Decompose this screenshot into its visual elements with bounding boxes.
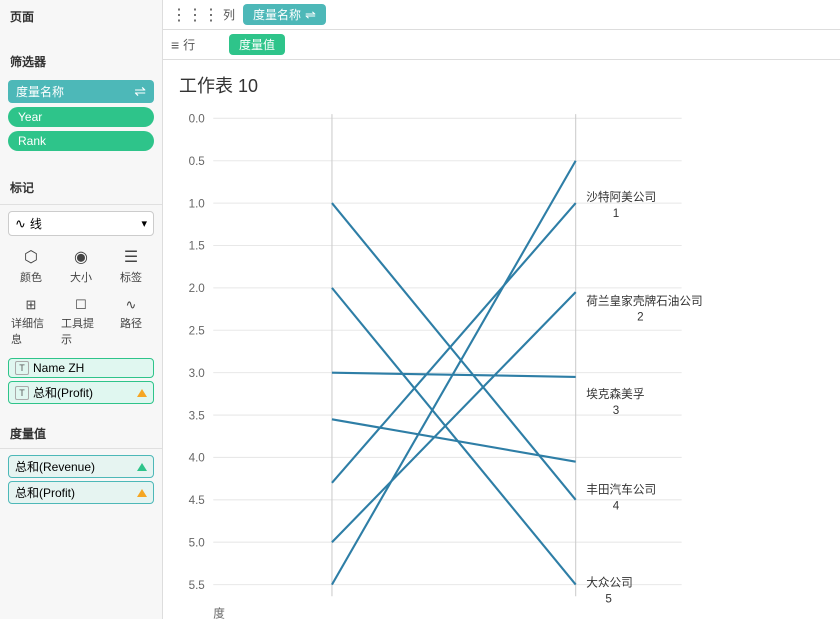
size-mark-button[interactable]: ◉ 大小: [58, 244, 104, 288]
chart-title: 工作表 10: [179, 72, 824, 98]
chart-container[interactable]: 0.0 0.5 1.0 1.5 2.0 2.5 3.0 3.5 4.0 4.5 …: [163, 102, 840, 619]
svg-text:3: 3: [613, 404, 619, 417]
tooltip-icon: ☐: [75, 297, 87, 313]
col-shelf-chip[interactable]: 度量名称 ⇌: [243, 4, 326, 25]
profit-triangle-icon: [137, 389, 147, 397]
measure-revenue-chip[interactable]: 总和(Revenue): [8, 455, 154, 478]
svg-text:5.0: 5.0: [189, 536, 206, 549]
mark-icons-grid: ⬡ 颜色 ◉ 大小 ☰ 标签: [8, 244, 154, 288]
chart-title-area: 工作表 10: [163, 60, 840, 102]
profit2-triangle-icon: [137, 489, 147, 497]
svg-text:0.5: 0.5: [189, 155, 205, 168]
col-shelf-label: ⋮⋮⋮ 列: [171, 5, 235, 25]
svg-text:沙特阿美公司: 沙特阿美公司: [586, 190, 656, 204]
left-panel: 页面 筛选器 度量名称 ⇌ Year Rank 标记 ∿ 线 ▾ ⬡ 颜色: [0, 0, 163, 619]
label-mark-button[interactable]: ☰ 标签: [108, 244, 154, 288]
col-shelf-icon: ⋮⋮⋮: [171, 5, 219, 25]
row-shelf-chip[interactable]: 度量值: [229, 34, 285, 55]
svg-text:3.5: 3.5: [189, 409, 205, 422]
svg-text:2.5: 2.5: [189, 325, 205, 338]
row-shelf: ≡ 行 度量值: [163, 30, 840, 60]
mark-section: ∿ 线 ▾ ⬡ 颜色 ◉ 大小 ☰ 标签 ⊞: [0, 204, 162, 413]
measure-section-label: 度量值: [0, 417, 162, 446]
svg-text:0.0: 0.0: [189, 113, 206, 126]
measure-section: 总和(Revenue) 总和(Profit): [0, 448, 162, 513]
svg-text:2: 2: [637, 311, 643, 324]
right-panel: ⋮⋮⋮ 列 度量名称 ⇌ ≡ 行 度量值 工作表 10: [163, 0, 840, 619]
svg-text:5: 5: [605, 593, 611, 606]
color-icon: ⬡: [24, 247, 38, 267]
line-icon: ∿: [15, 216, 26, 232]
svg-text:大众公司: 大众公司: [586, 576, 633, 590]
chart-svg: 0.0 0.5 1.0 1.5 2.0 2.5 3.0 3.5 4.0 4.5 …: [173, 102, 830, 619]
col-shelf: ⋮⋮⋮ 列 度量名称 ⇌: [163, 0, 840, 30]
filter-chip-rank[interactable]: Rank: [8, 131, 154, 151]
row-shelf-label: ≡ 行: [171, 36, 221, 53]
svg-text:荷兰皇家壳牌石油公司: 荷兰皇家壳牌石油公司: [586, 294, 702, 308]
row-shelf-icon: ≡: [171, 37, 179, 53]
name-zh-indicator: T: [15, 361, 29, 375]
svg-text:4.0: 4.0: [189, 452, 206, 465]
dropdown-arrow-icon: ▾: [141, 217, 147, 230]
detail-grid: ⊞ 详细信息 ☐ 工具提示 ∿ 路径: [8, 294, 154, 350]
detail-icon: ⊞: [26, 297, 37, 313]
detail-button[interactable]: ⊞ 详细信息: [8, 294, 54, 350]
filter-chip-year[interactable]: Year: [8, 107, 154, 127]
svg-text:4: 4: [613, 499, 620, 512]
tooltip-button[interactable]: ☐ 工具提示: [58, 294, 104, 350]
svg-text:度: 度: [213, 606, 225, 619]
svg-text:5.5: 5.5: [189, 579, 205, 592]
label-chip-profit[interactable]: T 总和(Profit): [8, 381, 154, 404]
mark-section-label: 标记: [0, 171, 162, 200]
measure-profit-chip[interactable]: 总和(Profit): [8, 481, 154, 504]
svg-text:丰田汽车公司: 丰田汽车公司: [586, 482, 656, 496]
path-icon: ∿: [126, 297, 137, 313]
svg-text:3.0: 3.0: [189, 367, 206, 380]
svg-text:1: 1: [613, 207, 619, 220]
path-button[interactable]: ∿ 路径: [108, 294, 154, 350]
svg-text:1.5: 1.5: [189, 240, 205, 253]
svg-text:4.5: 4.5: [189, 494, 205, 507]
label-chip-name-zh[interactable]: T Name ZH: [8, 358, 154, 378]
svg-text:埃克森美孚: 埃克森美孚: [586, 387, 644, 401]
mark-type-dropdown[interactable]: ∿ 线 ▾: [8, 211, 154, 236]
size-icon: ◉: [74, 247, 88, 267]
filter-section: 度量名称 ⇌ Year Rank: [0, 74, 162, 161]
filter-chip-measure-name[interactable]: 度量名称 ⇌: [8, 80, 154, 103]
filter-section-label: 筛选器: [0, 45, 162, 74]
profit-indicator: T: [15, 386, 29, 400]
label-icon: ☰: [124, 247, 138, 267]
svg-text:2.0: 2.0: [189, 282, 206, 295]
chart-wrapper: 工作表 10 0.0 0.5 1.0 1.5 2.0 2.5 3.0 3.5 4…: [163, 60, 840, 619]
revenue-triangle-icon: [137, 463, 147, 471]
page-section-label: 页面: [0, 0, 162, 29]
color-mark-button[interactable]: ⬡ 颜色: [8, 244, 54, 288]
svg-text:1.0: 1.0: [189, 197, 206, 210]
